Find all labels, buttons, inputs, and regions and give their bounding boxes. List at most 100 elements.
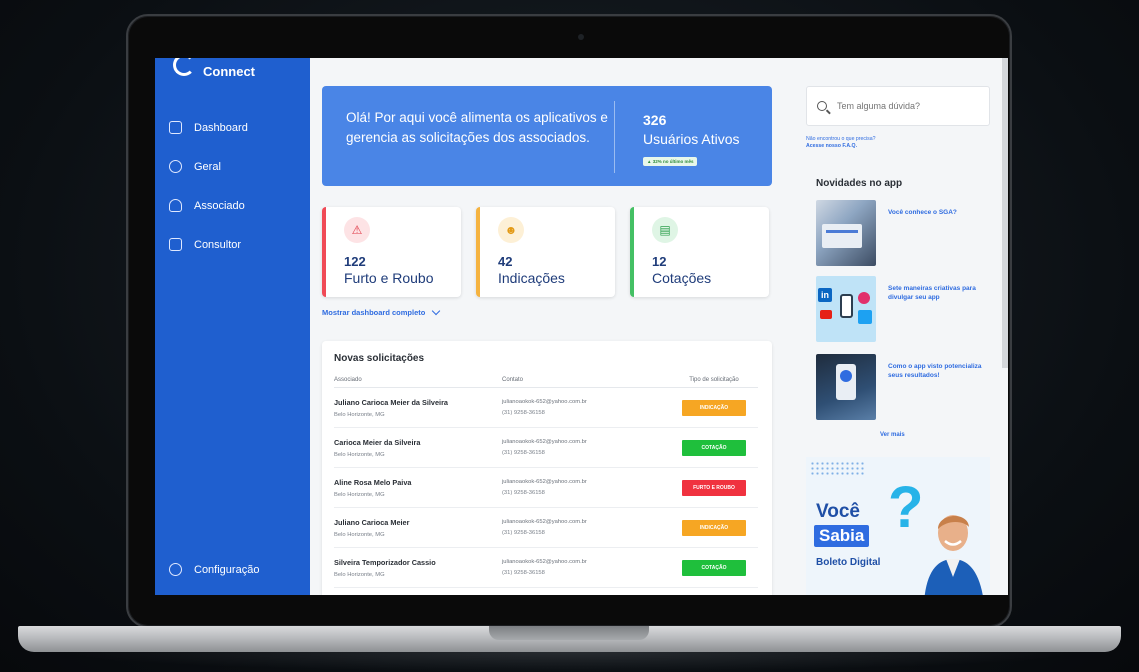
associado-city: Belo Horizonte, MG bbox=[334, 411, 385, 418]
card-count: 12 bbox=[652, 254, 667, 269]
sidebar-item-label: Associado bbox=[194, 199, 245, 212]
sidebar: Connect Dashboard Geral Associado Consul… bbox=[155, 58, 310, 595]
table-row[interactable]: Silveira Temporizador Cassio Belo Horizon… bbox=[334, 548, 758, 588]
table-row[interactable]: Carioca Meier da Silveira Belo Horizonte,… bbox=[334, 428, 758, 468]
contact-phone: (31) 9258-36158 bbox=[502, 450, 545, 456]
requests-title: Novas solicitações bbox=[334, 353, 425, 364]
growth-badge: ▲ 32% no último mês bbox=[643, 157, 698, 166]
banner-title-line1: Você bbox=[816, 501, 861, 522]
sidebar-item-dashboard[interactable]: Dashboard bbox=[155, 108, 310, 147]
associado-city: Belo Horizonte, MG bbox=[334, 531, 385, 538]
contato-cell: julianoaokok-652@yahoo.com.br (31) 9258-3… bbox=[502, 479, 670, 496]
see-more-link[interactable]: Ver mais bbox=[880, 432, 905, 438]
news-item-title: Como o app visto potencializa seus resul… bbox=[888, 363, 982, 379]
card-label: Cotações bbox=[652, 270, 712, 286]
faq-link[interactable]: Não encontrou o que precisa? Acesse noss… bbox=[806, 136, 876, 150]
sidebar-item-label: Geral bbox=[194, 160, 221, 173]
monitor-icon bbox=[169, 121, 182, 134]
contact-email: julianoaokok-652@yahoo.com.br bbox=[502, 519, 587, 525]
connect-logo-icon bbox=[173, 58, 195, 76]
table-header: Associado Contato Tipo de solicitação bbox=[334, 372, 758, 388]
card-indicacoes[interactable]: ☻ 42 Indicações bbox=[476, 207, 615, 297]
sidebar-item-configuracao[interactable]: Configuração bbox=[155, 550, 310, 589]
app-screen: Connect Dashboard Geral Associado Consul… bbox=[155, 58, 1008, 595]
associado-cell: Juliano Carioca Meier da Silveira Belo Ho… bbox=[334, 398, 502, 418]
sidebar-item-associado[interactable]: Associado bbox=[155, 186, 310, 225]
promo-banner[interactable]: ? Você Sabia Boleto Digital bbox=[806, 457, 990, 595]
search-icon bbox=[817, 101, 827, 111]
request-type-badge[interactable]: COTAÇÃO bbox=[682, 439, 746, 456]
associado-cell: Carioca Meier da Silveira Belo Horizonte,… bbox=[334, 438, 502, 458]
brand-name: Connect bbox=[203, 64, 255, 79]
sidebar-item-consultor[interactable]: Consultor bbox=[155, 225, 310, 264]
active-users-count: 326 bbox=[643, 112, 667, 128]
associado-city: Belo Horizonte, MG bbox=[334, 491, 385, 498]
show-full-dashboard-link[interactable]: Mostrar dashboard completo bbox=[322, 306, 441, 317]
associado-cell: Aline Rosa Melo Paiva Belo Horizonte, MG bbox=[334, 478, 502, 498]
brand[interactable]: Connect bbox=[173, 58, 255, 79]
request-type-badge[interactable]: FURTO E ROUBO bbox=[682, 479, 746, 496]
news-item[interactable]: in Sete maneiras criativas para divulgar… bbox=[816, 276, 996, 342]
sidebar-item-label: Consultor bbox=[194, 238, 242, 251]
associado-name: Aline Rosa Melo Paiva bbox=[334, 477, 412, 487]
contato-cell: julianoaokok-652@yahoo.com.br (31) 9258-3… bbox=[502, 559, 670, 576]
contact-email: julianoaokok-652@yahoo.com.br bbox=[502, 399, 587, 405]
contact-phone: (31) 9258-36158 bbox=[502, 490, 545, 496]
dots-decoration bbox=[810, 461, 866, 475]
show-more-label: Mostrar dashboard completo bbox=[322, 308, 426, 317]
associado-cell: Silveira Temporizador Cassio Belo Horizon… bbox=[334, 558, 502, 578]
associado-name: Juliano Carioca Meier da Silveira bbox=[334, 397, 448, 407]
card-cotacoes[interactable]: ▤ 12 Cotações bbox=[630, 207, 769, 297]
help-search[interactable] bbox=[806, 86, 990, 126]
sidebar-item-label: Configuração bbox=[194, 563, 260, 576]
card-count: 122 bbox=[344, 254, 366, 269]
news-item-title: Você conhece o SGA? bbox=[888, 209, 957, 216]
request-type-badge[interactable]: INDICAÇÃO bbox=[682, 519, 746, 536]
scrollbar[interactable] bbox=[1002, 58, 1008, 368]
tipo-cell: INDICAÇÃO bbox=[670, 519, 758, 536]
card-count: 42 bbox=[498, 254, 513, 269]
active-users-label: Usuários Ativos bbox=[643, 131, 740, 147]
contact-phone: (31) 9258-36158 bbox=[502, 530, 545, 536]
document-icon: ▤ bbox=[652, 217, 678, 243]
card-furto-roubo[interactable]: ⚠ 122 Furto e Roubo bbox=[322, 207, 461, 297]
chevron-down-icon bbox=[432, 306, 441, 316]
news-item[interactable]: Como o app visto potencializa seus resul… bbox=[816, 354, 996, 420]
tipo-cell: COTAÇÃO bbox=[670, 559, 758, 576]
associado-city: Belo Horizonte, MG bbox=[334, 451, 385, 458]
card-label: Furto e Roubo bbox=[344, 270, 434, 286]
news-thumbnail: in bbox=[816, 276, 876, 342]
welcome-message: Olá! Por aqui você alimenta os aplicativ… bbox=[346, 110, 608, 145]
sidebar-item-label: Dashboard bbox=[194, 121, 248, 134]
sidebar-footer: Configuração bbox=[155, 550, 310, 589]
contact-phone: (31) 9258-36158 bbox=[502, 410, 545, 416]
news-item-title: Sete maneiras criativas para divulgar se… bbox=[888, 285, 976, 301]
tipo-cell: COTAÇÃO bbox=[670, 439, 758, 456]
associado-city: Belo Horizonte, MG bbox=[334, 571, 385, 578]
contact-email: julianoaokok-652@yahoo.com.br bbox=[502, 479, 587, 485]
person-illustration bbox=[924, 515, 983, 595]
table-body: Juliano Carioca Meier da Silveira Belo Ho… bbox=[334, 388, 758, 588]
user-plus-icon: ☻ bbox=[498, 217, 524, 243]
sidebar-item-geral[interactable]: Geral bbox=[155, 147, 310, 186]
contact-email: julianoaokok-652@yahoo.com.br bbox=[502, 439, 587, 445]
request-type-badge[interactable]: INDICAÇÃO bbox=[682, 399, 746, 416]
associado-cell: Juliano Carioca Meier Belo Horizonte, MG bbox=[334, 518, 502, 538]
table-row[interactable]: Aline Rosa Melo Paiva Belo Horizonte, MG j… bbox=[334, 468, 758, 508]
alarm-icon: ⚠ bbox=[344, 217, 370, 243]
gear-icon bbox=[169, 563, 182, 576]
table-row[interactable]: Juliano Carioca Meier da Silveira Belo Ho… bbox=[334, 388, 758, 428]
globe-icon bbox=[169, 160, 182, 173]
associado-name: Juliano Carioca Meier bbox=[334, 517, 410, 527]
news-title: Novidades no app bbox=[816, 178, 903, 189]
user-icon bbox=[169, 199, 182, 212]
table-row[interactable]: Juliano Carioca Meier Belo Horizonte, MG j… bbox=[334, 508, 758, 548]
request-type-badge[interactable]: COTAÇÃO bbox=[682, 559, 746, 576]
reflection bbox=[60, 652, 1080, 672]
help-search-input[interactable] bbox=[837, 101, 977, 111]
tipo-cell: INDICAÇÃO bbox=[670, 399, 758, 416]
requests-table: Novas solicitações Associado Contato Tip… bbox=[322, 341, 772, 595]
sidebar-nav: Dashboard Geral Associado Consultor bbox=[155, 108, 310, 264]
news-item[interactable]: Você conhece o SGA? bbox=[816, 200, 996, 266]
right-panel: Não encontrou o que precisa? Acesse noss… bbox=[802, 58, 1008, 595]
